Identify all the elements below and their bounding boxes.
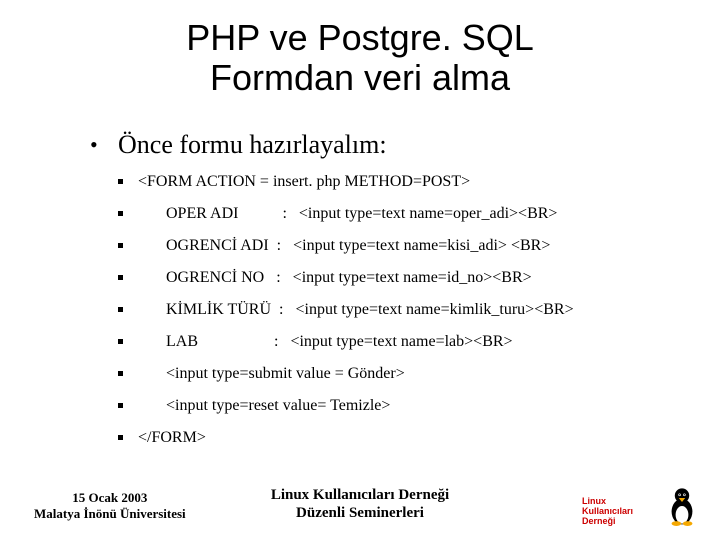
code-text: </FORM> [138,429,206,446]
penguin-icon [666,486,698,526]
code-line: OGRENCİ NO : <input type=text name=id_no… [90,268,690,288]
code-text: <input type=submit value = Gönder> [138,364,405,384]
code-line: KİMLİK TÜRÜ : <input type=text name=kiml… [90,300,690,320]
content-area: Önce formu hazırlayalım: <FORM ACTION = … [90,130,690,460]
slide-title: PHP ve Postgre. SQL Formdan veri alma [0,18,720,98]
title-line-1: PHP ve Postgre. SQL [186,17,534,58]
footer-series: Düzenli Seminerleri [296,505,424,521]
code-line: <input type=submit value = Gönder> [90,364,690,384]
logo-line-1: Linux Kullanıcıları [582,496,633,516]
code-line: OPER ADI : <input type=text name=oper_ad… [90,204,690,224]
logo: Linux Kullanıcıları Derneği [582,480,702,526]
title-line-2: Formdan veri alma [210,57,510,98]
code-text: OGRENCİ NO : <input type=text name=id_no… [138,268,532,288]
code-text: <FORM ACTION = insert. php METHOD=POST> [138,173,470,190]
code-text: OGRENCİ ADI : <input type=text name=kisi… [138,236,550,256]
code-text: KİMLİK TÜRÜ : <input type=text name=kiml… [138,300,574,320]
slide: PHP ve Postgre. SQL Formdan veri alma Ön… [0,0,720,540]
heading-bullet: Önce formu hazırlayalım: [90,130,690,160]
code-line: LAB : <input type=text name=lab><BR> [90,332,690,352]
code-line: <input type=reset value= Temizle> [90,396,690,416]
logo-text: Linux Kullanıcıları Derneği [582,496,652,526]
code-text: <input type=reset value= Temizle> [138,396,390,416]
code-line: OGRENCİ ADI : <input type=text name=kisi… [90,236,690,256]
footer-org: Linux Kullanıcıları Derneği [271,487,449,503]
code-line: </FORM> [90,428,690,448]
code-text: OPER ADI : <input type=text name=oper_ad… [138,204,557,224]
code-text: LAB : <input type=text name=lab><BR> [138,332,513,352]
code-line: <FORM ACTION = insert. php METHOD=POST> [90,172,690,192]
heading-text: Önce formu hazırlayalım: [118,130,387,159]
logo-line-2: Derneği [582,516,616,526]
